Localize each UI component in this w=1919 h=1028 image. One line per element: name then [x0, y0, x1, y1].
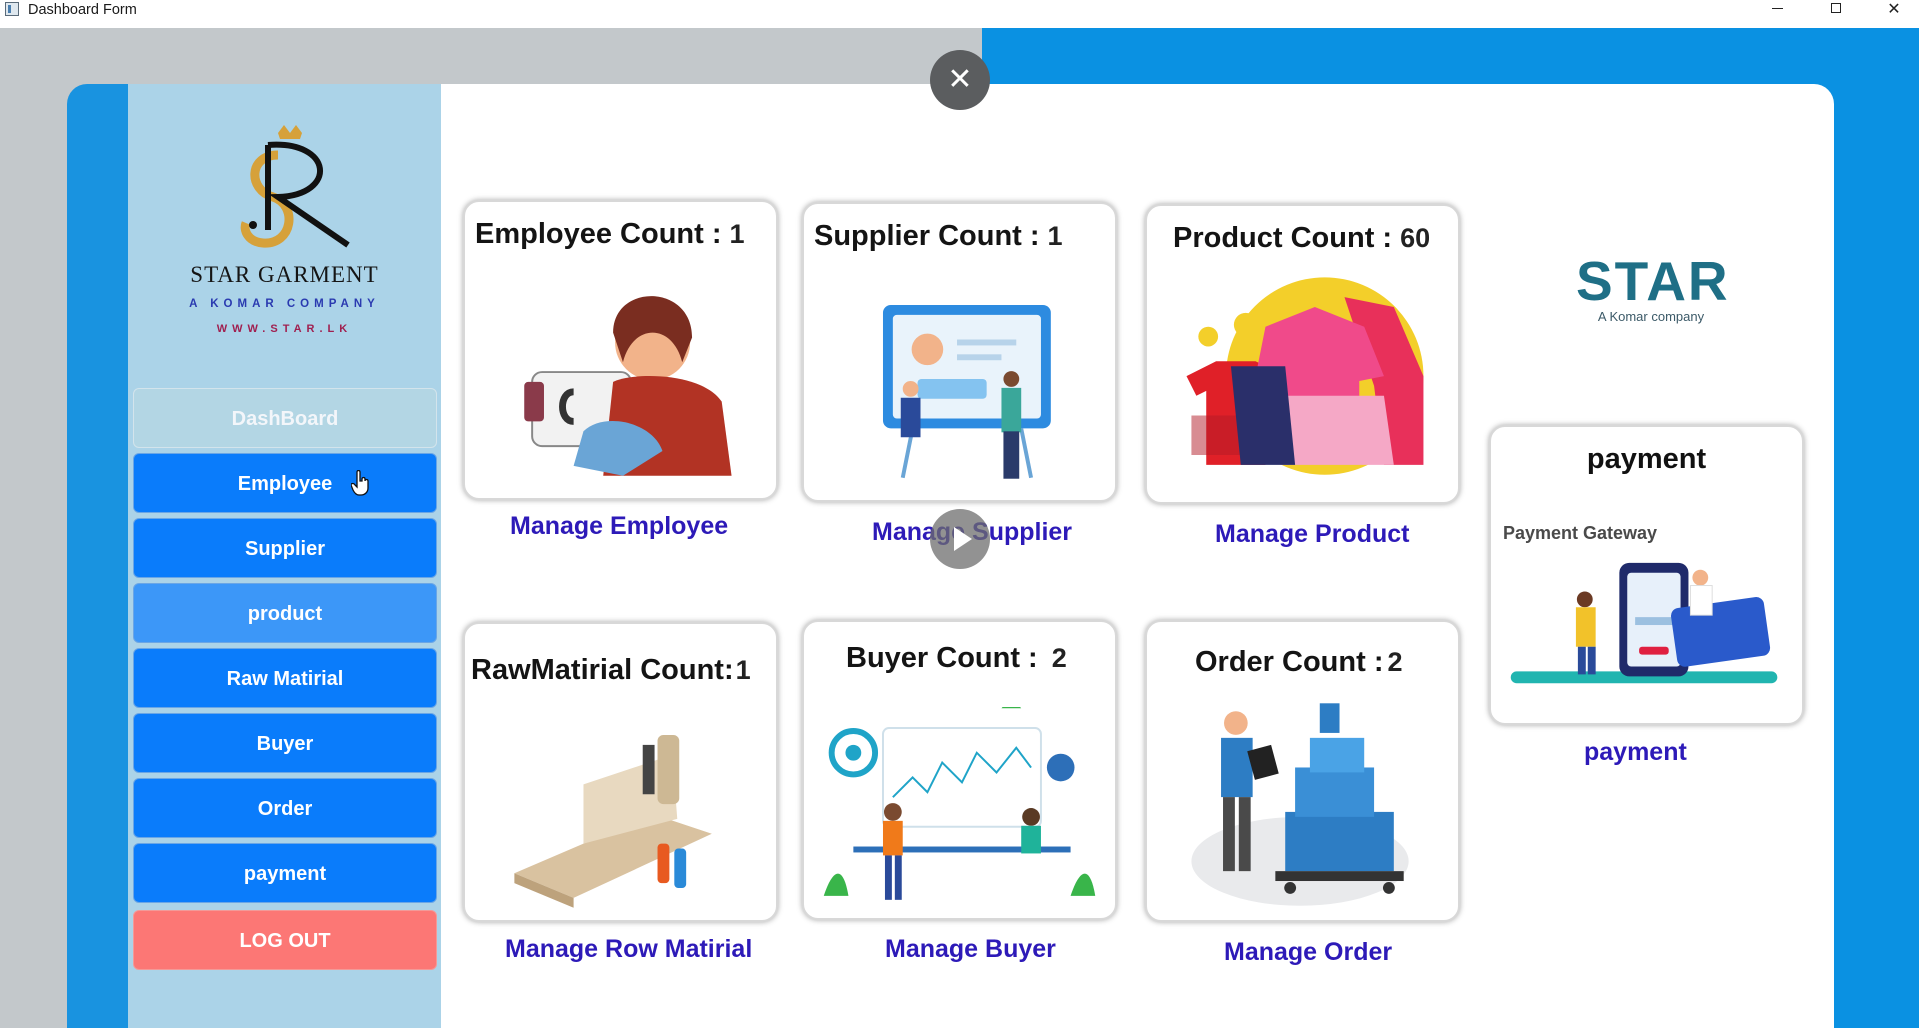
brand-name: STAR GARMENT [190, 262, 379, 287]
app-icon [5, 2, 19, 16]
sidebar-item-dashboard[interactable]: DashBoard [133, 388, 437, 448]
product-count-value: 60 [1400, 223, 1431, 253]
sewing-machine-icon [514, 735, 712, 908]
manage-product-link[interactable]: Manage Product [1215, 520, 1409, 549]
supplier-count-label: Supplier Count :1 [814, 220, 1063, 252]
buyer-analytics-icon [823, 707, 1096, 900]
product-count-label: Product Count :60 [1173, 222, 1431, 254]
window-title: Dashboard Form [28, 2, 137, 18]
supplier-count-tile[interactable]: Supplier Count :1 [802, 202, 1117, 502]
video-play-icon[interactable] [930, 509, 990, 569]
employee-count-label: Employee Count :1 [475, 218, 745, 250]
brand-website: WWW.STAR.LK [216, 323, 353, 335]
sewing-woman-icon [524, 296, 732, 476]
buyer-count-label: Buyer Count :2 [846, 642, 1067, 674]
star-logo-tagline: A Komar company [1597, 309, 1705, 324]
brand-subtitle: A KOMAR COMPANY [189, 298, 380, 310]
minimize-icon[interactable] [1750, 0, 1806, 20]
order-count-tile[interactable]: Order Count :2 [1145, 620, 1460, 922]
payment-tile[interactable]: payment Payment Gateway [1489, 425, 1804, 725]
payment-link[interactable]: payment [1584, 738, 1687, 767]
maximize-icon[interactable] [1808, 0, 1864, 20]
brand-logo-icon [238, 125, 368, 270]
order-delivery-icon [1191, 703, 1409, 906]
raw-material-count-label: RawMatirial Count:1 [471, 654, 751, 686]
employee-count-value: 1 [729, 219, 745, 249]
employee-count-tile[interactable]: Employee Count :1 [463, 200, 778, 500]
buyer-count-value: 2 [1051, 643, 1067, 673]
buyer-count-tile[interactable]: Buyer Count :2 [802, 620, 1117, 920]
star-logo-title: STAR [1576, 250, 1730, 312]
sidebar-item-order[interactable]: Order [133, 778, 437, 838]
manage-order-link[interactable]: Manage Order [1224, 938, 1392, 967]
logout-button[interactable]: LOG OUT [133, 910, 437, 970]
clothing-pile-icon [1186, 277, 1424, 475]
raw-material-count-value: 1 [735, 655, 751, 685]
raw-material-count-tile[interactable]: RawMatirial Count:1 [463, 622, 778, 922]
manage-raw-material-link[interactable]: Manage Row Matirial [505, 935, 752, 964]
supplier-count-value: 1 [1047, 221, 1063, 251]
order-count-value: 2 [1387, 647, 1403, 677]
hand-cursor-icon [350, 469, 371, 501]
overlay-close-button[interactable]: ✕ [930, 50, 990, 110]
sidebar-item-employee[interactable]: Employee [133, 453, 437, 513]
sidebar-item-raw-material[interactable]: Raw Matirial [133, 648, 437, 708]
manage-buyer-link[interactable]: Manage Buyer [885, 935, 1056, 964]
payment-tile-title: payment [1586, 443, 1707, 475]
sidebar-item-buyer[interactable]: Buyer [133, 713, 437, 773]
window-title-bar: Dashboard Form ✕ [0, 0, 1919, 28]
sidebar-item-product[interactable]: product [133, 583, 437, 643]
payment-gateway-icon [1510, 562, 1778, 684]
product-count-tile[interactable]: Product Count :60 [1145, 204, 1460, 504]
sidebar-item-supplier[interactable]: Supplier [133, 518, 437, 578]
star-company-logo: STAR A Komar company [1576, 250, 1730, 325]
manage-employee-link[interactable]: Manage Employee [510, 512, 728, 541]
supplier-presentation-icon [882, 304, 1051, 479]
sidebar-item-payment[interactable]: payment [133, 843, 437, 903]
close-icon[interactable]: ✕ [1866, 0, 1919, 20]
order-count-label: Order Count :2 [1195, 646, 1403, 678]
